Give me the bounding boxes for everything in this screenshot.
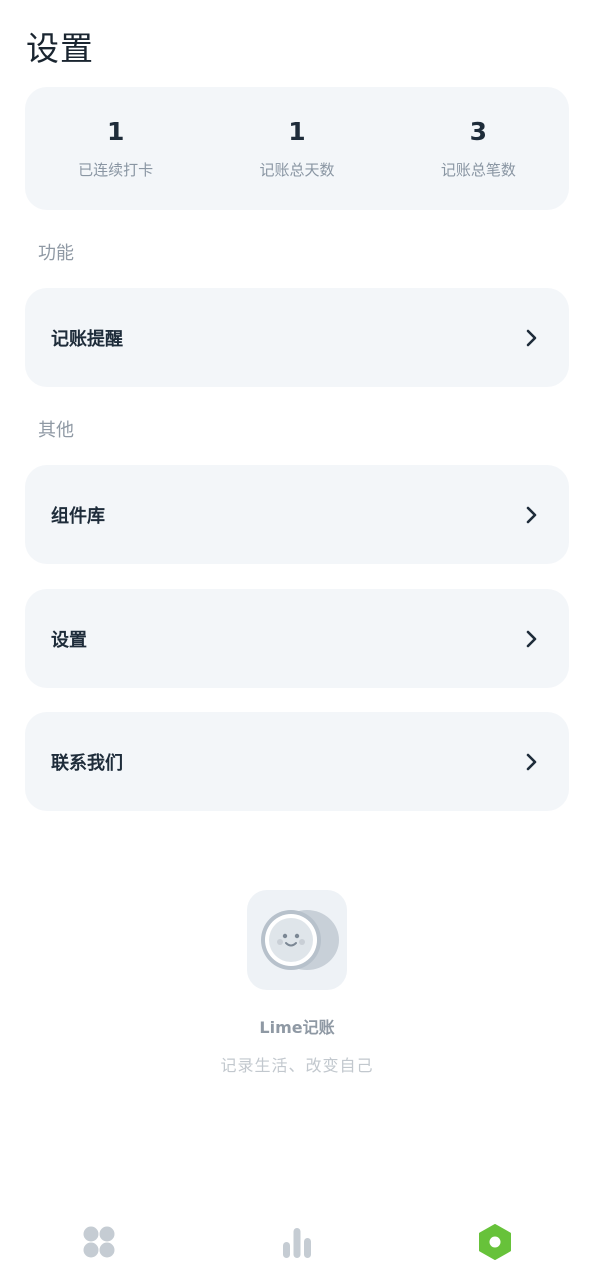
menu-item-components[interactable]: 组件库 — [25, 465, 569, 564]
stats-card: 1 已连续打卡 1 记账总天数 3 记账总笔数 — [25, 87, 569, 210]
lime-face-icon — [261, 910, 339, 970]
stat-streak: 1 已连续打卡 — [25, 87, 206, 210]
menu-item-settings[interactable]: 设置 — [25, 589, 569, 688]
stat-total-days: 1 记账总天数 — [206, 87, 387, 210]
bottom-tabbar — [0, 1200, 594, 1280]
tab-home[interactable] — [79, 1222, 119, 1262]
stat-label: 已连续打卡 — [78, 161, 154, 179]
stat-total-records: 3 记账总笔数 — [388, 87, 569, 210]
stat-value: 1 — [288, 117, 306, 146]
chart-icon — [283, 1228, 311, 1258]
stat-value: 1 — [106, 117, 125, 146]
stat-label: 记账总天数 — [259, 161, 335, 179]
page-title: 设置 — [26, 29, 94, 68]
brand-slogan: 记录生活、改变自己 — [220, 1056, 374, 1075]
section-label-other: 其他 — [38, 420, 74, 441]
tab-settings[interactable] — [475, 1222, 515, 1262]
menu-item-reminder[interactable]: 记账提醒 — [25, 288, 569, 387]
brand-block: Lime记账 记录生活、改变自己 — [0, 890, 594, 1076]
chevron-right-icon — [526, 753, 537, 770]
tab-stats[interactable] — [277, 1222, 317, 1262]
grid-icon — [83, 1226, 115, 1258]
stat-value: 3 — [469, 117, 488, 146]
settings-page: 设置 1 已连续打卡 1 记账总天数 3 记账总笔数 功能 记账提醒 其他 组件… — [0, 0, 594, 1280]
chevron-right-icon — [526, 630, 537, 647]
menu-item-contact[interactable]: 联系我们 — [25, 712, 569, 811]
stat-label: 记账总笔数 — [440, 161, 516, 179]
menu-item-label: 联系我们 — [51, 752, 123, 774]
section-label-features: 功能 — [38, 243, 74, 264]
chevron-right-icon — [526, 506, 537, 523]
hexagon-icon — [479, 1224, 511, 1260]
menu-item-label: 记账提醒 — [51, 328, 123, 350]
menu-item-label: 组件库 — [51, 505, 105, 527]
menu-item-label: 设置 — [51, 629, 87, 651]
brand-name: Lime记账 — [259, 1018, 335, 1037]
app-logo — [247, 890, 347, 990]
chevron-right-icon — [526, 329, 537, 346]
